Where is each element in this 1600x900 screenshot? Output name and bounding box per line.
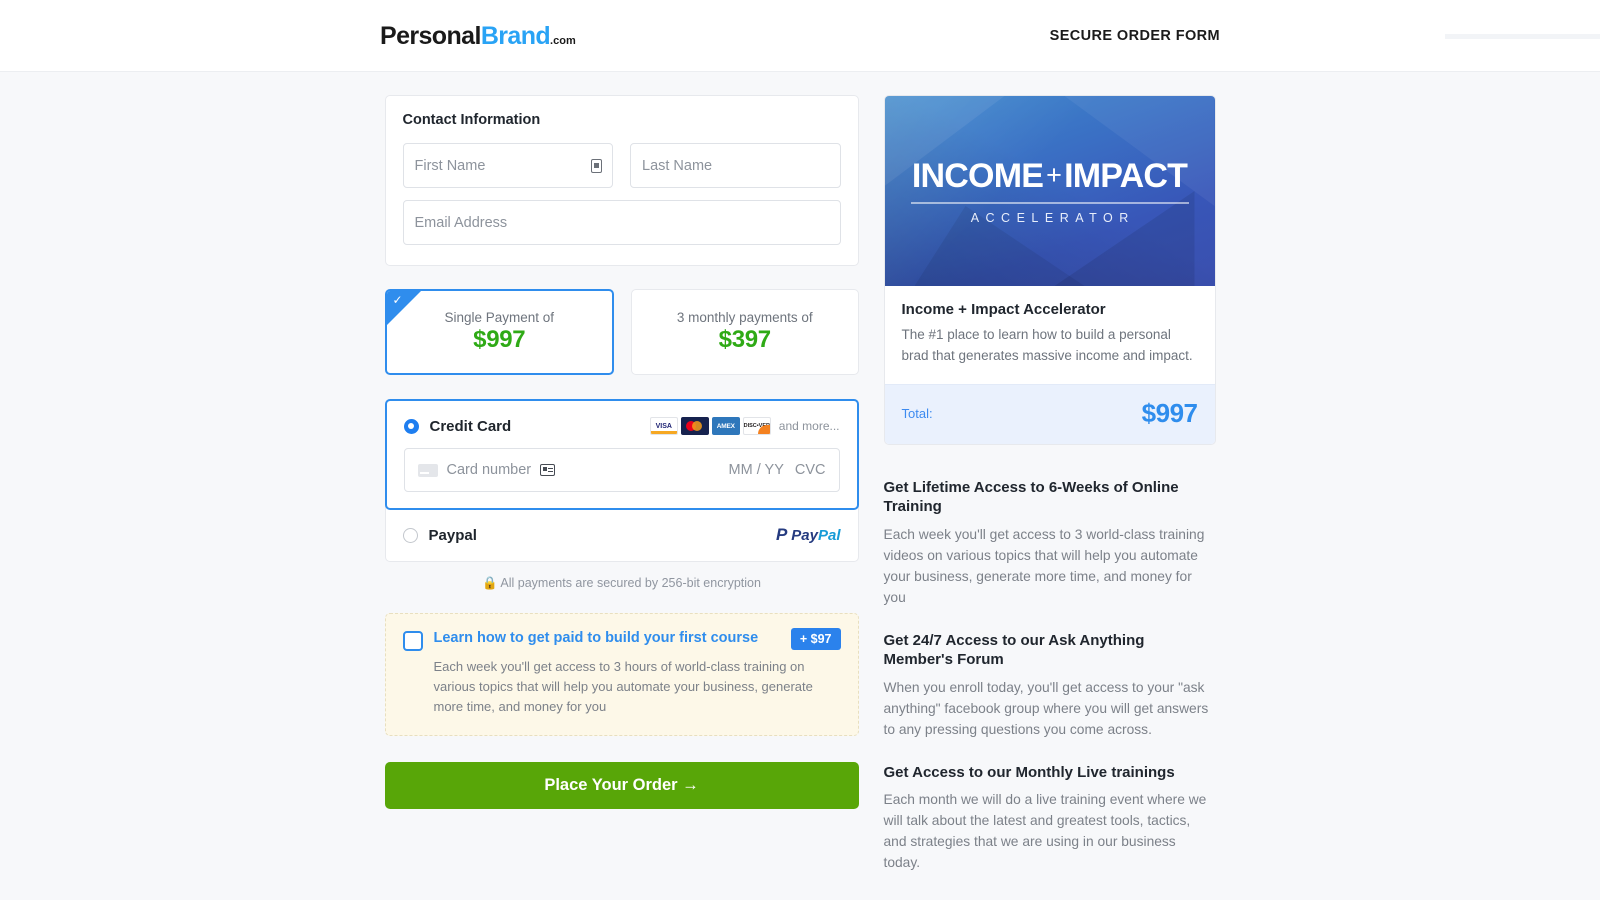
and-more-label: and more... (778, 419, 840, 433)
order-bump-offer[interactable]: Learn how to get paid to build your firs… (384, 613, 859, 737)
total-label: Total: (901, 405, 933, 421)
plan-option-monthly-payments[interactable]: 3 monthly payments of $397 (631, 289, 859, 375)
banner-divider (910, 202, 1189, 204)
secure-order-form-label: SECURE ORDER FORM (1049, 28, 1220, 44)
card-cvc-placeholder: CVC (794, 462, 826, 478)
plan-label: 3 monthly payments of (676, 310, 813, 325)
order-total-row: Total: $997 (884, 383, 1215, 444)
card-number-input[interactable]: Card number MM / YY CVC (403, 448, 840, 492)
banner-subtitle: ACCELERATOR (970, 210, 1135, 225)
banner-title-part-a: INCOME (911, 157, 1044, 196)
banner-title: INCOME +IMPACT (911, 157, 1188, 196)
benefit-text: Each month we will do a live training ev… (883, 792, 1207, 871)
product-name: Income + Impact Accelerator (901, 301, 1106, 318)
order-summary-column: INCOME +IMPACT ACCELERATOR Income + Impac… (883, 95, 1216, 896)
paypal-label: Paypal (428, 526, 477, 544)
order-bump-price-badge: + $97 (790, 628, 841, 650)
benefit-text: Each week you'll get access to 3 world-c… (883, 526, 1205, 605)
page-header: PersonalBrand.com SECURE ORDER FORM (0, 0, 1600, 72)
benefit-item: Get Lifetime Access to 6-Weeks of Online… (884, 478, 1216, 609)
plan-price: $997 (473, 326, 526, 353)
amex-icon: AMEX (711, 417, 740, 435)
discover-icon: DISC•VER (742, 417, 771, 435)
paypal-mark-icon: P (775, 525, 788, 544)
credit-card-radio[interactable] (403, 418, 419, 434)
logo-text-accent: Brand (480, 21, 551, 50)
order-bump-description: Each week you'll get access to 3 hours o… (433, 659, 813, 715)
benefit-item: Get Access to our Monthly Live trainings… (884, 763, 1216, 874)
card-brand-logos: VISA AMEX DISC•VER and more... (649, 417, 840, 435)
lock-icon: 🔒 (482, 576, 498, 590)
paypal-radio[interactable] (402, 527, 418, 543)
total-value: $997 (1141, 397, 1198, 428)
contact-section-title: Contact Information (402, 112, 541, 128)
paypal-logo-text-b: Pal (817, 526, 841, 544)
contact-information-card: Contact Information First Name Last Name… (384, 95, 859, 266)
autofill-icon[interactable] (591, 158, 602, 173)
benefit-title: Get Lifetime Access to 6-Weeks of Online… (883, 478, 1179, 516)
email-input[interactable]: Email Address (402, 200, 841, 245)
order-bump-title: Learn how to get paid to build your firs… (433, 630, 759, 646)
checkmark-icon: ✓ (392, 293, 403, 307)
benefit-text: When you enroll today, you'll get access… (883, 679, 1209, 737)
banner-plus-symbol: + (1046, 160, 1062, 191)
logo-text-tld: .com (550, 34, 576, 47)
visa-icon: VISA (649, 417, 678, 435)
payment-method-card: Credit Card VISA AMEX DISC•VER and more.… (384, 399, 859, 562)
order-bump-checkbox[interactable] (402, 631, 423, 651)
benefits-list: Get Lifetime Access to 6-Weeks of Online… (884, 478, 1216, 874)
checkout-layout: Contact Information First Name Last Name… (0, 72, 1600, 896)
product-summary-card: INCOME +IMPACT ACCELERATOR Income + Impac… (883, 95, 1216, 445)
credit-card-label: Credit Card (429, 417, 512, 435)
header-accent-rule (1445, 34, 1600, 39)
site-logo[interactable]: PersonalBrand.com (380, 22, 576, 51)
plan-price: $397 (718, 326, 772, 353)
payment-plan-options: ✓ Single Payment of $997 3 monthly payme… (384, 289, 859, 375)
first-name-placeholder: First Name (414, 157, 486, 174)
plan-option-single-payment[interactable]: ✓ Single Payment of $997 (384, 289, 614, 375)
place-order-button[interactable]: Place Your Order → (384, 762, 859, 810)
plan-label: Single Payment of (444, 310, 555, 325)
benefit-title: Get 24/7 Access to our Ask Anything Memb… (883, 631, 1145, 669)
first-name-input[interactable]: First Name (402, 143, 613, 188)
benefit-title: Get Access to our Monthly Live trainings (883, 763, 1175, 781)
card-expiry-placeholder: MM / YY (728, 462, 784, 478)
last-name-input[interactable]: Last Name (630, 143, 841, 188)
banner-title-part-b: IMPACT (1064, 157, 1188, 196)
payment-option-paypal[interactable]: Paypal P PayPal (386, 509, 858, 561)
security-note: 🔒 All payments are secured by 256-bit en… (385, 576, 859, 591)
product-banner-image: INCOME +IMPACT ACCELERATOR (884, 96, 1215, 286)
credit-card-icon (417, 463, 438, 477)
order-form-column: Contact Information First Name Last Name… (384, 95, 859, 896)
logo-text-main: Personal (380, 21, 481, 50)
payment-option-credit-card[interactable]: Credit Card VISA AMEX DISC•VER and more.… (384, 399, 859, 510)
benefit-item: Get 24/7 Access to our Ask Anything Memb… (884, 631, 1216, 741)
paypal-logo-text-a: Pay (791, 526, 818, 544)
mastercard-icon (680, 417, 709, 435)
card-scan-icon[interactable] (540, 464, 556, 476)
card-number-placeholder: Card number (446, 462, 532, 478)
paypal-logo: P PayPal (776, 525, 841, 545)
security-note-text: All payments are secured by 256-bit encr… (500, 576, 761, 590)
email-placeholder: Email Address (414, 214, 508, 231)
last-name-placeholder: Last Name (642, 157, 713, 174)
product-description: The #1 place to learn how to build a per… (901, 327, 1193, 363)
